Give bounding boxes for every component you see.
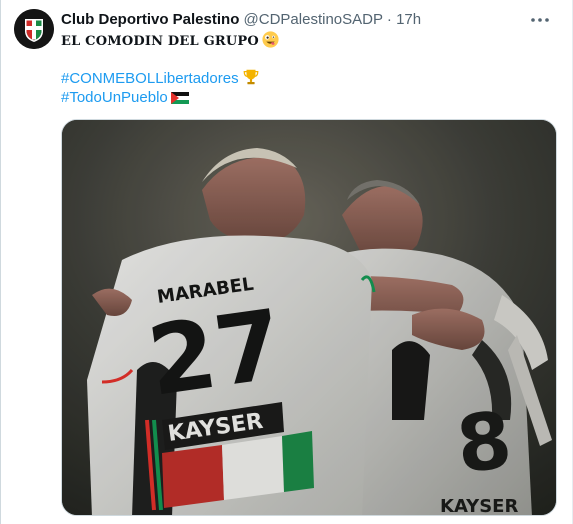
avatar[interactable] <box>14 9 54 49</box>
tweet-text: EL COMODIN DEL GRUPO <box>61 31 279 52</box>
zany-face-emoji-icon <box>262 31 279 48</box>
tweet-header: Club Deportivo Palestino @CDPalestinoSAD… <box>61 10 532 30</box>
palestine-flag-emoji-icon <box>170 91 189 111</box>
club-crest-icon <box>14 9 54 49</box>
author-name[interactable]: Club Deportivo Palestino <box>61 11 239 28</box>
more-options-button[interactable] <box>528 8 552 32</box>
players-celebration-photo: 8 KAYSER MARABEL 27 KAYSER <box>62 120 556 515</box>
hashtag-conmebol[interactable]: #CONMEBOLLibertadores <box>61 70 239 87</box>
more-horizontal-icon <box>531 18 549 22</box>
tweet-media-image[interactable]: 8 KAYSER MARABEL 27 KAYSER <box>61 119 557 516</box>
tweet-text-content: EL COMODIN DEL GRUPO <box>61 34 259 49</box>
timestamp[interactable]: 17h <box>396 11 421 28</box>
tweet-card[interactable]: Club Deportivo Palestino @CDPalestinoSAD… <box>0 0 573 524</box>
trophy-emoji-icon <box>242 68 260 92</box>
separator-dot: · <box>386 11 392 28</box>
author-handle[interactable]: @CDPalestinoSADP <box>244 11 383 28</box>
hashtag-todounpueblo[interactable]: #TodoUnPueblo <box>61 89 168 106</box>
hashtag-line-2: #TodoUnPueblo <box>61 88 189 111</box>
